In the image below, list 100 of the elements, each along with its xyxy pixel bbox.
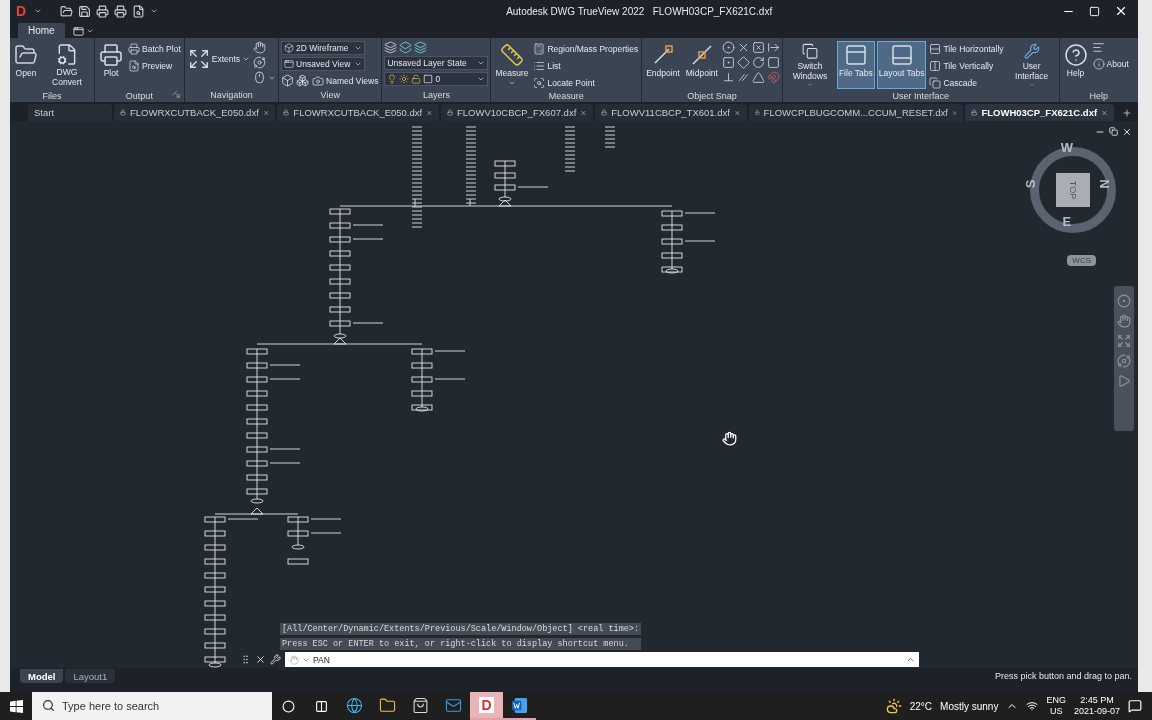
language-code[interactable]: ENG [1046, 695, 1066, 706]
ribbon-button[interactable]: Midpoint [683, 41, 720, 89]
ribbon-button[interactable]: List [532, 58, 640, 73]
lines-icon[interactable] [1091, 41, 1105, 54]
layers-icon[interactable] [414, 41, 428, 54]
file-tab[interactable]: FLOWV11CBCP_TX601.dxf [595, 104, 747, 121]
layout-tab[interactable]: Layout1 [65, 669, 116, 683]
ribbon-tab[interactable]: Home [18, 23, 65, 38]
cube-icon[interactable] [281, 74, 295, 87]
columns-icon [929, 59, 942, 72]
printer-icon[interactable] [96, 4, 110, 18]
padlock-icon [601, 108, 608, 117]
mouse-icon[interactable] [253, 71, 267, 84]
grip-icon[interactable] [240, 654, 251, 665]
language-code[interactable]: US [1049, 706, 1063, 717]
file-tab[interactable]: FLOWRXCUTBACK_E050.dxf [277, 104, 439, 121]
plus-icon[interactable] [1122, 107, 1132, 118]
close-icon[interactable] [1114, 4, 1128, 18]
ribbon-button[interactable]: Named Views [311, 73, 380, 88]
layout-tab[interactable]: Model [20, 669, 64, 683]
ribbon-button[interactable]: Layout Tabs [876, 41, 927, 89]
command-input-field[interactable]: PAN [285, 652, 919, 667]
maximize-icon[interactable] [1089, 5, 1100, 17]
clock-date[interactable]: 2021-09-07 [1073, 706, 1120, 717]
panel-title: Navigation [210, 90, 253, 100]
app-logo[interactable]: D [16, 3, 27, 19]
window-icon[interactable] [72, 25, 84, 37]
hand-icon[interactable] [1117, 314, 1131, 328]
ribbon-button[interactable]: Batch Plot [127, 41, 182, 56]
ribbon-button[interactable]: Endpoint [644, 41, 682, 89]
weather-icon [885, 698, 902, 714]
restore-icon[interactable] [1109, 127, 1118, 136]
calculator-icon [533, 42, 546, 55]
file-tab[interactable]: FLOWRXCUTBACK_E050.dxf [114, 104, 276, 121]
circle-icon[interactable] [282, 699, 295, 713]
caret-icon [34, 7, 43, 15]
ucs-menu[interactable]: WCS [1067, 255, 1096, 266]
close-icon[interactable] [255, 654, 266, 665]
file-tab[interactable]: FLOWV10CBCP_FX607.dxf [440, 104, 594, 121]
zoom-extents-icon[interactable] [1117, 334, 1131, 348]
diamond-icon[interactable] [736, 56, 750, 69]
clock-time[interactable]: 2:45 PM [1080, 695, 1114, 706]
file-tab[interactable]: FLOWCPLBUGCOMM...CCUM_RESET.dxf [748, 104, 964, 121]
ribbon-button[interactable]: About [1091, 56, 1130, 71]
dropdown[interactable]: Unsaved View [281, 57, 366, 71]
ribbon-button[interactable]: Help [1061, 41, 1090, 89]
cubes-icon[interactable] [296, 74, 310, 87]
compass-letter[interactable]: E [1062, 213, 1072, 229]
task-view-icon[interactable] [315, 699, 328, 713]
file-tab[interactable]: Start [28, 104, 112, 121]
ribbon-button[interactable]: DWG Convert [42, 41, 92, 89]
ribbon-button[interactable]: Region/Mass Properties [532, 41, 640, 56]
file-tab[interactable]: FLOWH03CP_FX621C.dxf [965, 104, 1114, 121]
hand-icon[interactable] [253, 41, 267, 54]
ribbon-button[interactable]: Locate Point [532, 75, 640, 90]
orbit-icon[interactable] [253, 56, 267, 69]
wifi-icon[interactable] [1026, 700, 1039, 712]
dropdown[interactable]: Unsaved Layer State [384, 56, 489, 70]
compass-letter[interactable]: N [1096, 179, 1112, 189]
ribbon-button[interactable]: Extents [186, 41, 252, 77]
wrench-icon[interactable] [270, 654, 281, 665]
play-icon[interactable] [1117, 374, 1131, 388]
notification-icon[interactable] [1128, 699, 1142, 713]
ribbon-button[interactable]: File Tabs [836, 41, 875, 89]
circle-arrow-icon[interactable] [751, 56, 765, 69]
ribbon-button[interactable]: Open [12, 41, 40, 89]
padlock-icon [754, 108, 760, 117]
dialog-launcher-icon[interactable] [171, 89, 183, 101]
circle-dot-icon[interactable] [721, 41, 735, 54]
save-icon[interactable] [78, 4, 92, 18]
layers-icon[interactable] [384, 41, 398, 54]
dropdown[interactable]: 2D Wireframe [281, 41, 366, 55]
info-icon [1092, 57, 1105, 70]
taskbar-app[interactable]: D [470, 692, 503, 720]
ribbon-button[interactable]: Switch Windows [784, 41, 835, 89]
dropdown[interactable]: 0 [384, 72, 489, 86]
ribbon-button[interactable]: Cascade [928, 75, 1005, 90]
perpendicular-icon[interactable] [721, 71, 735, 84]
ribbon-button[interactable]: Plot [97, 41, 125, 89]
layers-icon[interactable] [399, 41, 413, 54]
parallel-lines-icon[interactable] [736, 71, 750, 84]
ribbon-button[interactable]: Tile Horizontally [928, 41, 1005, 56]
ribbon-button[interactable]: Tile Vertically [928, 58, 1005, 73]
hand-icon [289, 654, 299, 665]
list-icon [533, 59, 546, 72]
ribbon-button[interactable]: Preview [127, 58, 182, 73]
printer-icon[interactable] [114, 4, 128, 18]
search-field[interactable]: Type here to search [32, 692, 272, 720]
orbit-icon[interactable] [1117, 354, 1131, 368]
caret-icon[interactable] [906, 655, 915, 664]
square-icon[interactable] [766, 56, 780, 69]
ribbon-button[interactable]: User Interface [1006, 41, 1057, 89]
folder-icon[interactable] [60, 4, 74, 18]
arrow-icon[interactable] [766, 41, 780, 54]
document-search-icon[interactable] [132, 4, 146, 18]
square-cross-icon[interactable] [751, 41, 765, 54]
triangle-icon[interactable] [751, 71, 765, 84]
windows-logo-icon[interactable] [9, 699, 23, 713]
ribbon-button[interactable]: Measure [493, 41, 531, 89]
close-icon[interactable] [1122, 127, 1132, 137]
